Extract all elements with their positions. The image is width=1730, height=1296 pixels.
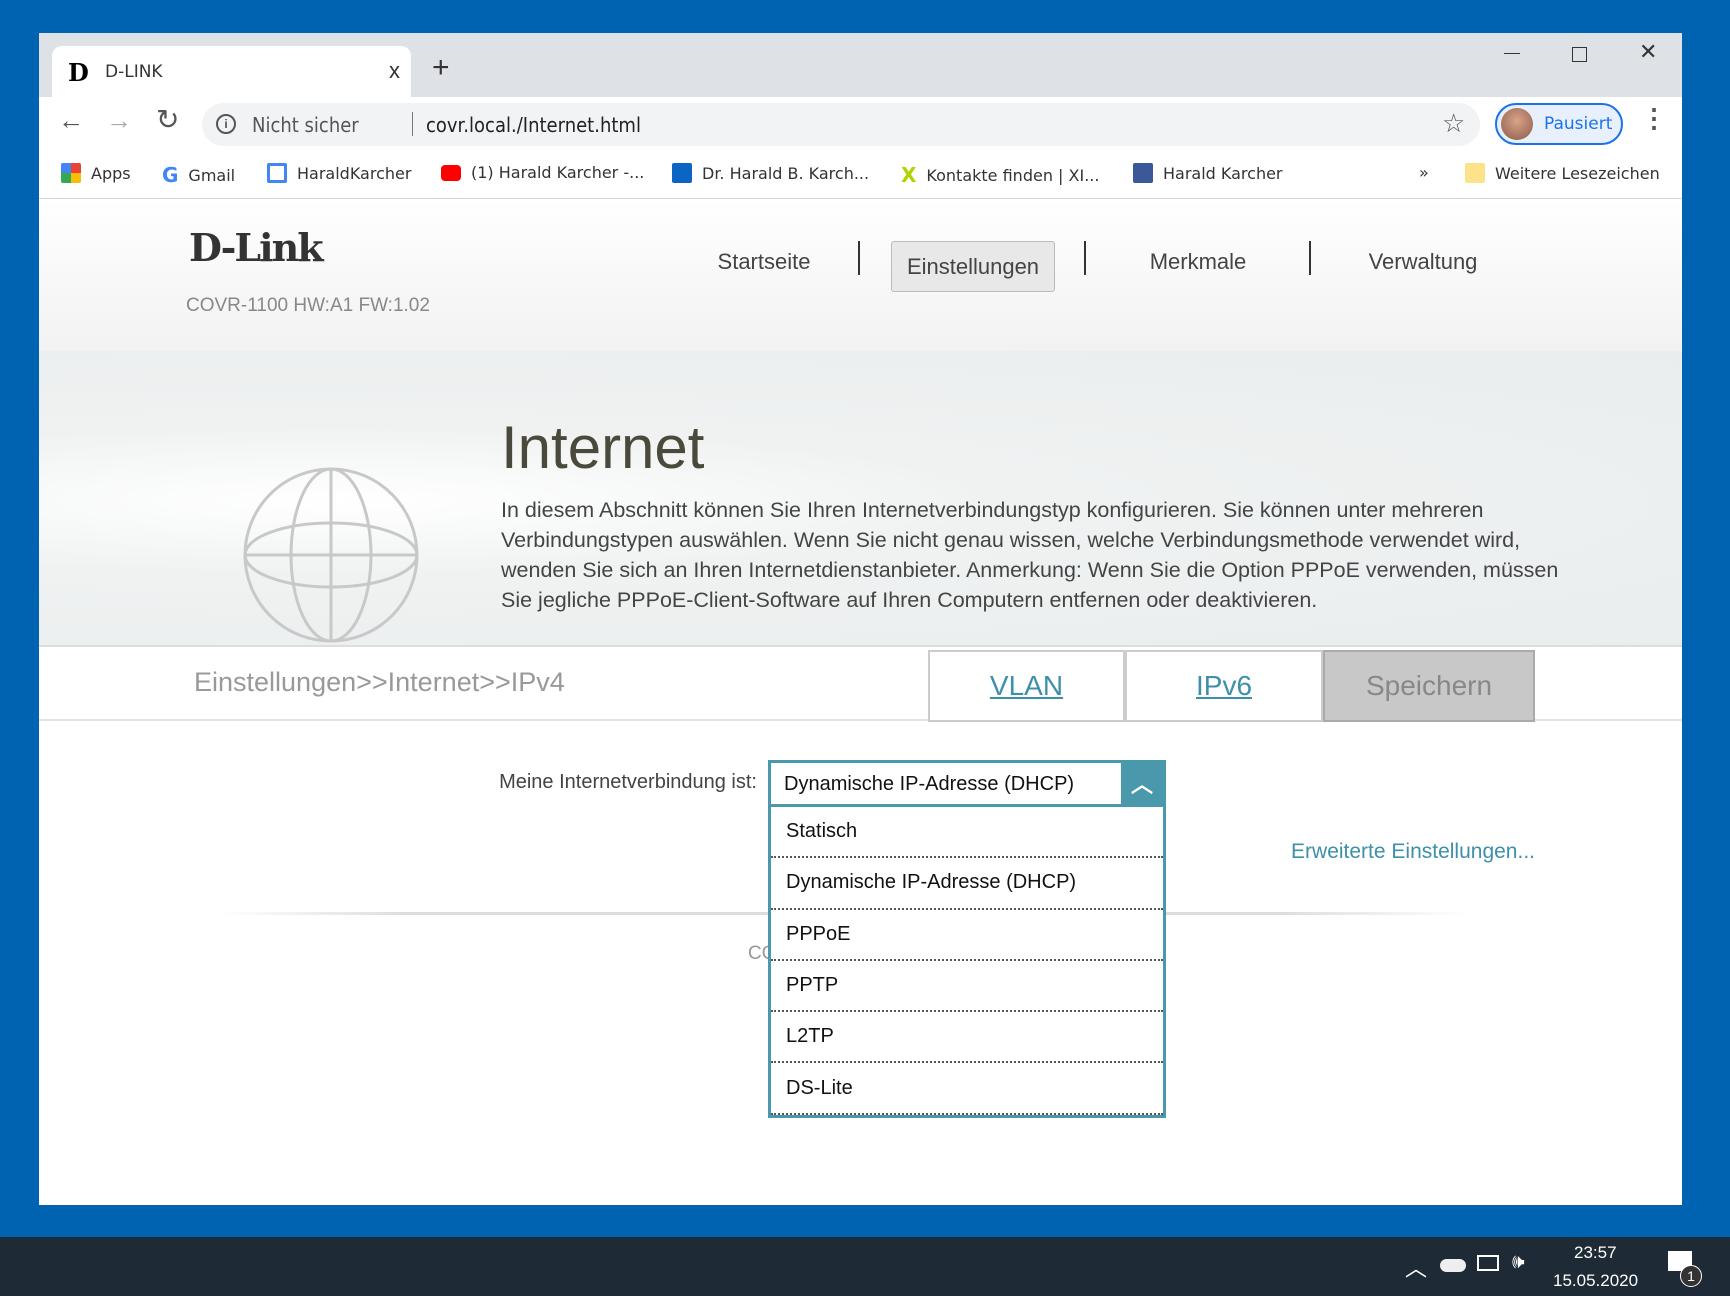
- bookmark-youtube[interactable]: (1) Harald Karcher -...: [441, 163, 644, 182]
- clock-date[interactable]: 15.05.2020: [1553, 1271, 1638, 1291]
- security-label: Nicht sicher: [252, 113, 359, 137]
- bookmark-haraldkarcher[interactable]: HaraldKarcher: [267, 163, 411, 183]
- nav-separator: [1084, 241, 1086, 275]
- profile-button[interactable]: Pausiert: [1495, 103, 1623, 145]
- globe-icon: [243, 467, 419, 643]
- option-statisch[interactable]: Statisch: [771, 807, 1163, 859]
- dlink-favicon: D: [68, 58, 89, 87]
- bookmark-label: Harald Karcher: [1163, 163, 1283, 183]
- tab-strip: D D-LINK x + ✕: [39, 33, 1682, 98]
- clock-time[interactable]: 23:57: [1574, 1243, 1617, 1263]
- page-banner: Internet In diesem Abschnitt können Sie …: [39, 351, 1682, 645]
- dlink-logo: D-Link: [189, 225, 324, 270]
- bookmark-xing[interactable]: X Kontakte finden | XI...: [901, 163, 1099, 187]
- tray-chevron-icon[interactable]: ︿: [1405, 1251, 1427, 1283]
- volume-icon[interactable]: 🕪: [1512, 1251, 1525, 1274]
- chevron-up-icon[interactable]: ︿: [1121, 763, 1163, 804]
- taskbar: ︿ 🕪 23:57 15.05.2020 1: [0, 1237, 1730, 1296]
- folder-icon: [1465, 163, 1485, 183]
- option-l2tp[interactable]: L2TP: [771, 1012, 1163, 1064]
- ipv6-button[interactable]: IPv6: [1125, 650, 1323, 722]
- option-pppoe[interactable]: PPPoE: [771, 910, 1163, 961]
- nav-separator: [1309, 241, 1311, 275]
- option-ds-lite[interactable]: DS-Lite: [771, 1063, 1163, 1115]
- bookmark-label: HaraldKarcher: [297, 163, 412, 183]
- tab-dlink[interactable]: D D-LINK x: [52, 46, 411, 98]
- nav-merkmale[interactable]: Merkmale: [1133, 249, 1263, 275]
- vlan-button[interactable]: VLAN: [928, 650, 1125, 722]
- minimize-icon[interactable]: [1504, 53, 1520, 54]
- nav-verwaltung[interactable]: Verwaltung: [1353, 249, 1493, 275]
- forward-icon[interactable]: →: [106, 105, 132, 136]
- bookmark-linkedin[interactable]: Dr. Harald B. Karch...: [672, 163, 869, 183]
- browser-window: D D-LINK x + ✕ ← → ↻ i Nicht sicher covr…: [39, 33, 1682, 1205]
- connection-type-options: Statisch Dynamische IP-Adresse (DHCP) PPPo…: [768, 807, 1166, 1118]
- nav-startseite[interactable]: Startseite: [699, 249, 829, 275]
- option-pptp[interactable]: PPTP: [771, 961, 1163, 1013]
- nav-einstellungen[interactable]: Einstellungen: [891, 241, 1055, 292]
- connection-type-label: Meine Internetverbindung ist:: [499, 771, 757, 793]
- router-header: D-Link COVR-1100 HW:A1 FW:1.02 Startseit…: [39, 199, 1682, 351]
- google-icon: G: [162, 163, 179, 187]
- youtube-icon: [441, 164, 461, 181]
- url-text[interactable]: covr.local./Internet.html: [426, 113, 641, 137]
- bookmark-apps[interactable]: Apps: [61, 163, 131, 183]
- breadcrumb: Einstellungen>>Internet>>IPv4: [194, 667, 565, 697]
- bookmarks-overflow-button[interactable]: »: [1419, 163, 1429, 182]
- facebook-icon: [1133, 163, 1153, 183]
- reload-icon[interactable]: ↻: [156, 103, 179, 136]
- bookmarks-bar: Apps G Gmail HaraldKarcher (1) Harald Kar…: [39, 149, 1682, 199]
- option-dynamische-ip-adresse-dhcp[interactable]: Dynamische IP-Adresse (DHCP): [771, 858, 1163, 910]
- bookmark-label: Weitere Lesezeichen: [1495, 163, 1660, 183]
- divider: [412, 112, 413, 136]
- network-icon[interactable]: [1477, 1255, 1499, 1271]
- menu-icon[interactable]: ⋮: [1641, 103, 1667, 134]
- info-icon: i: [216, 114, 236, 134]
- avatar: [1501, 108, 1533, 140]
- tab-close-icon[interactable]: x: [389, 58, 400, 84]
- selected-value: Dynamische IP-Adresse (DHCP): [784, 773, 1075, 795]
- page-description: In diesem Abschnitt können Sie Ihren Int…: [501, 498, 1559, 612]
- bookmark-facebook[interactable]: Harald Karcher: [1133, 163, 1283, 183]
- page-title: Internet: [501, 414, 705, 481]
- bookmark-gmail[interactable]: G Gmail: [162, 163, 235, 187]
- other-bookmarks[interactable]: Weitere Lesezeichen: [1465, 163, 1660, 183]
- linkedin-icon: [672, 163, 692, 183]
- site-icon: [267, 163, 287, 183]
- new-tab-button[interactable]: +: [432, 51, 450, 85]
- advanced-settings-link[interactable]: Erweiterte Einstellungen...: [1291, 840, 1535, 864]
- connection-type-select[interactable]: Dynamische IP-Adresse (DHCP) ︿: [768, 760, 1166, 807]
- bookmark-label: Kontakte finden | XI...: [926, 165, 1100, 185]
- back-icon[interactable]: ←: [58, 105, 84, 136]
- maximize-icon[interactable]: [1572, 47, 1587, 62]
- xing-icon: X: [901, 163, 917, 187]
- bookmark-label: Apps: [91, 163, 131, 183]
- close-window-icon[interactable]: ✕: [1639, 39, 1657, 65]
- nav-separator: [858, 241, 860, 275]
- toolbar: ← → ↻ i Nicht sicher covr.local./Interne…: [39, 97, 1682, 149]
- apps-grid-icon: [61, 163, 81, 183]
- bookmark-label: Dr. Harald B. Karch...: [702, 163, 870, 183]
- bookmark-star-icon[interactable]: ☆: [1442, 108, 1465, 139]
- breadcrumb-bar: Einstellungen>>Internet>>IPv4 VLAN IPv6 …: [39, 645, 1682, 722]
- bookmark-label: (1) Harald Karcher -...: [471, 163, 645, 182]
- onedrive-icon[interactable]: [1440, 1259, 1466, 1272]
- tab-title: D-LINK: [105, 62, 163, 82]
- bookmark-label: Gmail: [188, 165, 236, 185]
- save-button[interactable]: Speichern: [1323, 650, 1535, 722]
- model-info: COVR-1100 HW:A1 FW:1.02: [186, 295, 430, 316]
- profile-label: Pausiert: [1544, 114, 1613, 134]
- notification-badge: 1: [1680, 1265, 1702, 1287]
- address-bar[interactable]: i Nicht sicher covr.local./Internet.html…: [202, 103, 1480, 146]
